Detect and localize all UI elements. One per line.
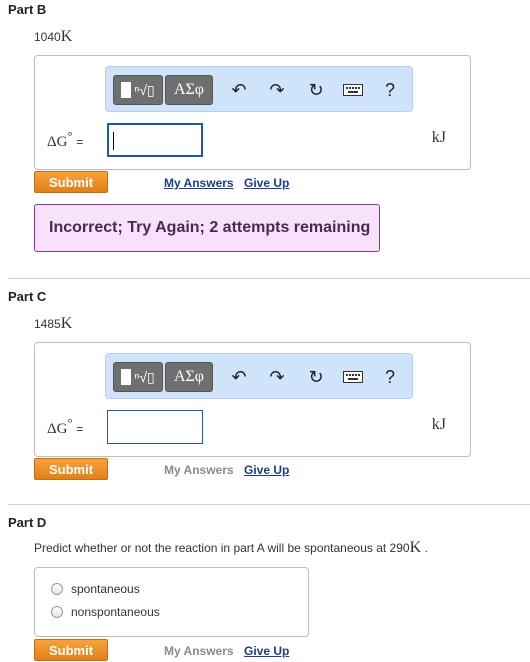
keyboard-icon[interactable]: [341, 79, 365, 101]
part-b-section: Part B 1040K ⁿ√▯ ΑΣφ ↶ ↷ ↻ ? ΔG° = kJ Su…: [0, 0, 530, 270]
give-up-link[interactable]: Give Up: [244, 644, 289, 658]
symbols-button[interactable]: ΑΣφ: [165, 75, 213, 105]
redo-icon[interactable]: ↷: [265, 366, 289, 388]
my-answers-link[interactable]: My Answers: [164, 176, 234, 190]
delta-g-input[interactable]: [107, 410, 203, 444]
radio-button[interactable]: [51, 606, 63, 618]
templates-icon: [121, 369, 132, 385]
section-divider: [8, 504, 530, 505]
submit-button[interactable]: Submit: [34, 458, 108, 480]
give-up-link[interactable]: Give Up: [244, 463, 289, 477]
help-icon[interactable]: ?: [378, 79, 402, 101]
my-answers-link: My Answers: [164, 644, 234, 658]
give-up-link[interactable]: Give Up: [244, 176, 289, 190]
undo-icon[interactable]: ↶: [227, 366, 251, 388]
delta-g-label: ΔG° =: [47, 129, 84, 150]
templates-button[interactable]: ⁿ√▯: [113, 75, 163, 105]
part-c-section: Part C 1485K ⁿ√▯ ΑΣφ ↶ ↷ ↻ ? ΔG° = kJ Su…: [0, 287, 530, 497]
part-b-title: Part B: [8, 2, 47, 17]
part-d-prompt: Predict whether or not the reaction in p…: [34, 539, 428, 556]
redo-icon[interactable]: ↷: [265, 79, 289, 101]
temperature-value: 1040: [34, 30, 61, 44]
submit-button[interactable]: Submit: [34, 639, 108, 661]
undo-icon[interactable]: ↶: [227, 79, 251, 101]
math-toolbar: ⁿ√▯ ΑΣφ ↶ ↷ ↻ ?: [105, 66, 413, 112]
option-nonspontaneous[interactable]: nonspontaneous: [51, 605, 160, 619]
part-d-section: Part D Predict whether or not the reacti…: [0, 513, 530, 662]
feedback-message: Incorrect; Try Again; 2 attempts remaini…: [34, 204, 380, 252]
delta-g-input[interactable]: [107, 123, 203, 157]
submit-button[interactable]: Submit: [34, 171, 108, 193]
section-divider: [8, 278, 530, 279]
part-b-answer-box: ⁿ√▯ ΑΣφ ↶ ↷ ↻ ? ΔG° = kJ: [34, 55, 471, 170]
symbols-button[interactable]: ΑΣφ: [165, 362, 213, 392]
math-toolbar: ⁿ√▯ ΑΣφ ↶ ↷ ↻ ?: [105, 353, 413, 399]
option-spontaneous[interactable]: spontaneous: [51, 582, 140, 596]
my-answers-link: My Answers: [164, 463, 234, 477]
reset-icon[interactable]: ↻: [304, 79, 328, 101]
templates-icon: [121, 82, 132, 98]
help-icon[interactable]: ?: [378, 366, 402, 388]
part-c-title: Part C: [8, 289, 47, 304]
part-b-temperature: 1040K: [34, 28, 72, 46]
part-d-title: Part D: [8, 515, 47, 530]
unit-label: kJ: [431, 129, 446, 146]
keyboard-icon[interactable]: [341, 366, 365, 388]
part-c-temperature: 1485K: [34, 315, 72, 333]
part-c-answer-box: ⁿ√▯ ΑΣφ ↶ ↷ ↻ ? ΔG° = kJ: [34, 342, 471, 457]
text-caret: [113, 132, 114, 150]
reset-icon[interactable]: ↻: [304, 366, 328, 388]
unit-label: kJ: [431, 416, 446, 433]
choice-box: spontaneous nonspontaneous: [34, 567, 309, 637]
temperature-value: 1485: [34, 317, 61, 331]
radio-button[interactable]: [51, 583, 63, 595]
temperature-unit: K: [60, 28, 73, 45]
temperature-unit: K: [60, 315, 73, 332]
delta-g-label: ΔG° =: [47, 416, 84, 437]
templates-button[interactable]: ⁿ√▯: [113, 362, 163, 392]
